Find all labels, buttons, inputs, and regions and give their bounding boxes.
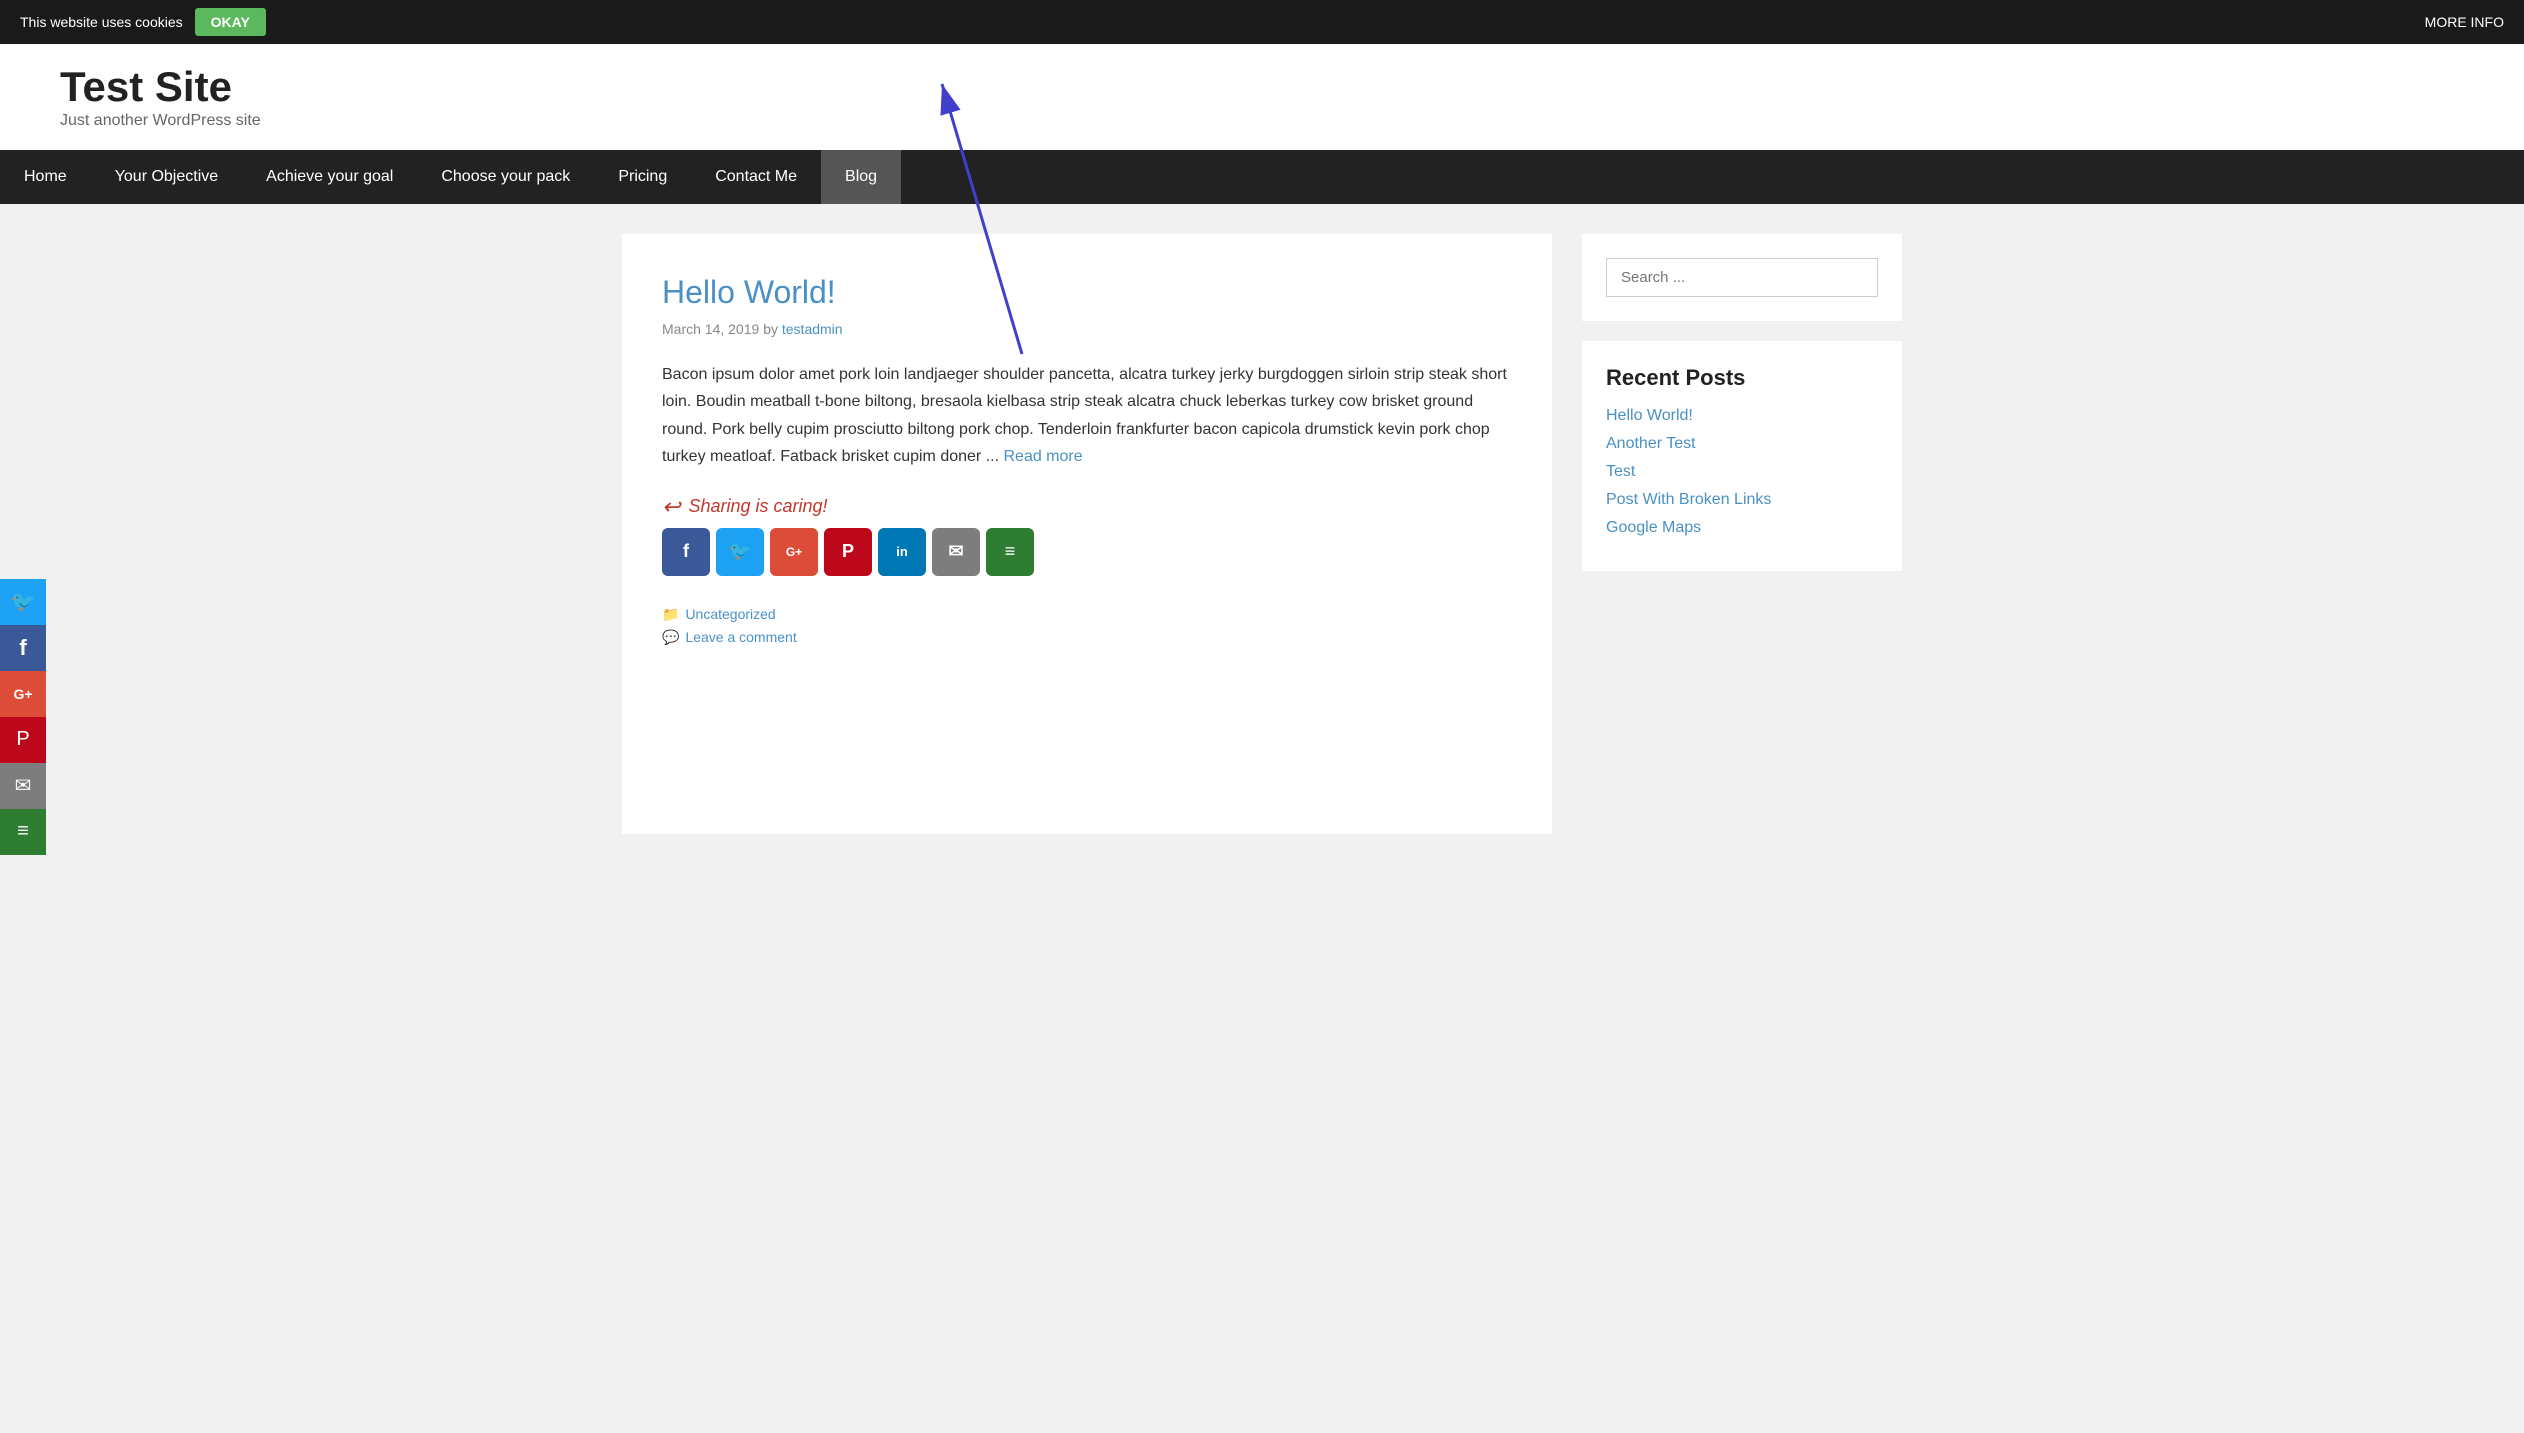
post-meta: March 14, 2019 by testadmin: [662, 321, 1512, 337]
list-item: Test: [1606, 463, 1878, 481]
recent-post-link-2[interactable]: Test: [1606, 463, 1635, 480]
search-input[interactable]: [1606, 258, 1878, 297]
social-sidebar: 🐦 f G+ P ✉ ≡: [0, 579, 46, 855]
sharing-section: ↩ Sharing is caring! f 🐦 G+ P in: [662, 494, 1512, 576]
social-googleplus-link[interactable]: G+: [0, 671, 46, 717]
nav-blog[interactable]: Blog: [821, 150, 901, 204]
recent-post-link-1[interactable]: Another Test: [1606, 435, 1696, 452]
recent-posts-title: Recent Posts: [1606, 365, 1878, 391]
nav-your-objective[interactable]: Your Objective: [91, 150, 242, 204]
pinterest-icon: P: [16, 728, 29, 751]
post-footer: 📁 Uncategorized 💬 Leave a comment: [662, 606, 1512, 646]
category-link[interactable]: Uncategorized: [685, 606, 775, 622]
pinterest-share-icon: P: [842, 541, 854, 562]
post-author-link[interactable]: testadmin: [782, 321, 843, 337]
comment-link[interactable]: Leave a comment: [685, 629, 796, 645]
nav-choose-pack[interactable]: Choose your pack: [417, 150, 594, 204]
cookie-message: This website uses cookies: [20, 14, 183, 30]
email-share-icon: ✉: [948, 541, 963, 562]
sharing-arrow-decoration: ↩: [662, 494, 680, 520]
share-facebook-button[interactable]: f: [662, 528, 710, 576]
recent-post-link-3[interactable]: Post With Broken Links: [1606, 491, 1771, 508]
recent-post-link-0[interactable]: Hello World!: [1606, 407, 1693, 424]
main-nav: Home Your Objective Achieve your goal Ch…: [0, 150, 2524, 204]
social-more-link[interactable]: ≡: [0, 809, 46, 855]
post-comment-item: 💬 Leave a comment: [662, 629, 1512, 646]
recent-posts-list: Hello World! Another Test Test Post With…: [1606, 407, 1878, 537]
email-icon: ✉: [15, 773, 32, 798]
twitter-icon: 🐦: [11, 589, 36, 614]
more-icon: ≡: [17, 820, 29, 843]
site-tagline: Just another WordPress site: [60, 112, 261, 130]
share-email-button[interactable]: ✉: [932, 528, 980, 576]
share-googleplus-button[interactable]: G+: [770, 528, 818, 576]
nav-pricing[interactable]: Pricing: [594, 150, 691, 204]
social-pinterest-link[interactable]: P: [0, 717, 46, 763]
share-twitter-button[interactable]: 🐦: [716, 528, 764, 576]
cookie-okay-button[interactable]: OKAY: [195, 8, 266, 36]
social-facebook-link[interactable]: f: [0, 625, 46, 671]
recent-posts-widget: Recent Posts Hello World! Another Test T…: [1582, 341, 1902, 571]
sidebar: Recent Posts Hello World! Another Test T…: [1582, 234, 1902, 834]
linkedin-share-icon: in: [896, 544, 908, 559]
nav-home[interactable]: Home: [0, 150, 91, 204]
share-linkedin-button[interactable]: in: [878, 528, 926, 576]
nav-achieve-goal[interactable]: Achieve your goal: [242, 150, 417, 204]
post-title-link[interactable]: Hello World!: [662, 274, 836, 310]
googleplus-icon: G+: [13, 686, 32, 702]
site-title: Test Site: [60, 64, 261, 110]
post-content: Bacon ipsum dolor amet pork loin landjae…: [662, 361, 1512, 470]
folder-icon: 📁: [662, 606, 679, 623]
googleplus-share-icon: G+: [786, 545, 802, 559]
post-date: March 14, 2019: [662, 321, 759, 337]
cookie-more-info-link[interactable]: MORE INFO: [2425, 14, 2504, 30]
search-widget: [1582, 234, 1902, 321]
sharing-label: ↩ Sharing is caring!: [662, 494, 1512, 520]
sharing-buttons: f 🐦 G+ P in ✉ ≡: [662, 528, 1512, 576]
facebook-icon: f: [19, 635, 26, 661]
nav-contact[interactable]: Contact Me: [691, 150, 821, 204]
list-item: Another Test: [1606, 435, 1878, 453]
share-more-button[interactable]: ≡: [986, 528, 1034, 576]
post-category-item: 📁 Uncategorized: [662, 606, 1512, 623]
comment-icon: 💬: [662, 629, 679, 646]
main-content: Hello World! March 14, 2019 by testadmin…: [622, 234, 1552, 834]
recent-post-link-4[interactable]: Google Maps: [1606, 519, 1701, 536]
list-item: Google Maps: [1606, 519, 1878, 537]
list-item: Post With Broken Links: [1606, 491, 1878, 509]
social-email-link[interactable]: ✉: [0, 763, 46, 809]
facebook-share-icon: f: [683, 541, 689, 562]
post-title: Hello World!: [662, 274, 1512, 311]
cookie-bar: This website uses cookies OKAY MORE INFO: [0, 0, 2524, 44]
share-pinterest-button[interactable]: P: [824, 528, 872, 576]
list-item: Hello World!: [1606, 407, 1878, 425]
twitter-share-icon: 🐦: [729, 541, 751, 562]
social-twitter-link[interactable]: 🐦: [0, 579, 46, 625]
site-header: Test Site Just another WordPress site: [0, 44, 2524, 150]
read-more-link[interactable]: Read more: [1003, 448, 1082, 465]
more-share-icon: ≡: [1005, 541, 1016, 562]
